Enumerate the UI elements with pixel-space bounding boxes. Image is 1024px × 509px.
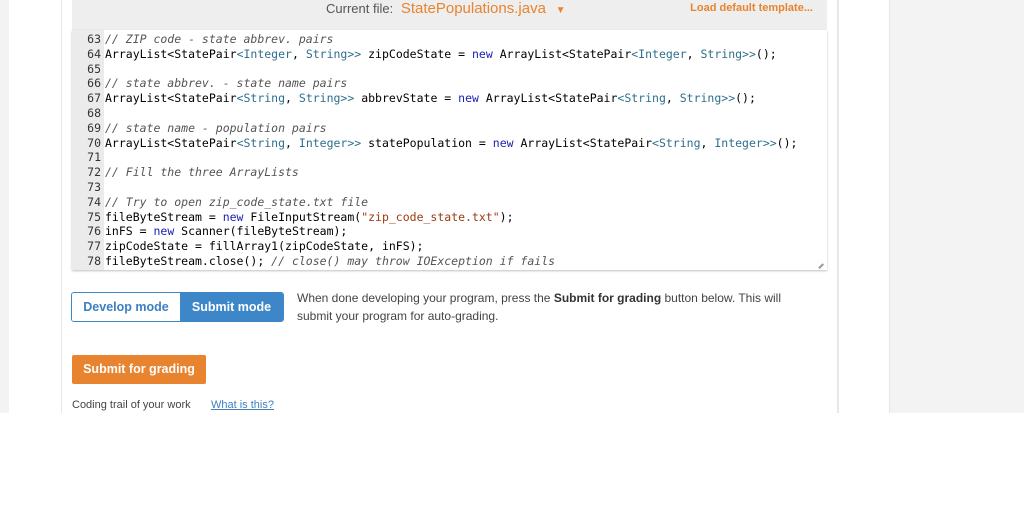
left-column <box>9 0 62 413</box>
code-text: fileByteStream.close(); // close() may t… <box>105 253 556 268</box>
line-number: 70 <box>87 135 101 150</box>
line-number: 76 <box>87 224 101 239</box>
code-lines[interactable]: 63 // ZIP code - state abbrev. pairs 64 Arr… <box>72 32 827 269</box>
code-line[interactable]: 78 fileByteStream.close(); // close() may… <box>72 254 827 269</box>
code-line[interactable]: 77 zipCodeState = fillArray1(zipCodeState… <box>72 239 827 254</box>
code-line[interactable]: 66 // state abbrev. - state name pairs <box>72 76 827 91</box>
submit-mode-button[interactable]: Submit mode <box>180 293 283 321</box>
develop-mode-button[interactable]: Develop mode <box>72 293 180 321</box>
code-line[interactable]: 76 inFS = new Scanner(fileByteStream); <box>72 224 827 239</box>
what-is-this-link[interactable]: What is this? <box>211 399 274 411</box>
line-number: 77 <box>87 239 101 254</box>
line-number: 69 <box>87 120 101 135</box>
line-number: 68 <box>87 105 101 120</box>
code-line[interactable]: 63 // ZIP code - state abbrev. pairs <box>72 32 827 47</box>
code-text: // state abbrev. - state name pairs <box>105 76 348 91</box>
instructions-bold: Submit for grading <box>553 291 662 305</box>
line-number: 71 <box>87 150 101 165</box>
code-text: // Fill the three ArrayLists <box>105 165 299 180</box>
code-text: fileByteStream = new FileInputStream("zi… <box>105 209 514 224</box>
line-number: 64 <box>87 46 101 61</box>
current-file-selector[interactable]: Current file: StatePopulations.java ▼ <box>326 0 565 18</box>
editor-toolbar: Current file: StatePopulations.java ▼ Lo… <box>72 0 827 30</box>
code-text: ArrayList<StatePair<Integer, String>> zi… <box>105 46 777 61</box>
submit-instructions: When done developing your program, press… <box>297 289 817 325</box>
line-number: 75 <box>87 209 101 224</box>
line-number: 74 <box>87 194 101 209</box>
code-text: // Try to open zip_code_state.txt file <box>105 194 369 209</box>
code-line[interactable]: 73 <box>72 180 827 195</box>
code-text: // state name - population pairs <box>105 120 327 135</box>
line-number: 73 <box>87 179 101 194</box>
submit-for-grading-button[interactable]: Submit for grading <box>72 355 206 384</box>
code-text: // ZIP code - state abbrev. pairs <box>105 32 334 46</box>
line-number: 67 <box>87 91 101 106</box>
line-number: 63 <box>87 32 101 46</box>
code-line[interactable]: 72 // Fill the three ArrayLists <box>72 165 827 180</box>
code-text: inFS = new Scanner(fileByteStream); <box>105 224 348 239</box>
line-number: 72 <box>87 165 101 180</box>
code-text: ArrayList<StatePair<String, String>> abb… <box>105 91 756 106</box>
mode-toggle: Develop mode Submit mode <box>71 292 284 322</box>
code-line[interactable]: 75 fileByteStream = new FileInputStream("… <box>72 210 827 225</box>
line-number: 78 <box>87 253 101 268</box>
code-editor[interactable]: 63 // ZIP code - state abbrev. pairs 64 Arr… <box>72 30 827 270</box>
line-number: 65 <box>87 61 101 76</box>
code-line[interactable]: 70 ArrayList<StatePair<String, Integer>> … <box>72 136 827 151</box>
code-line[interactable]: 71 <box>72 150 827 165</box>
current-file-name[interactable]: StatePopulations.java <box>401 0 546 17</box>
page-right-margin <box>890 0 1024 413</box>
code-line[interactable]: 65 <box>72 62 827 77</box>
coding-trail-label: Coding trail of your work <box>72 399 191 411</box>
instructions-text-before: When done developing your program, press… <box>297 291 554 305</box>
code-text: zipCodeState = fillArray1(zipCodeState, … <box>105 239 424 254</box>
code-line[interactable]: 69 // state name - population pairs <box>72 121 827 136</box>
code-line[interactable]: 64 ArrayList<StatePair<Integer, String>> … <box>72 47 827 62</box>
current-file-label: Current file: <box>326 1 394 16</box>
load-default-template-link[interactable]: Load default template... <box>690 0 813 16</box>
code-line[interactable]: 68 <box>72 106 827 121</box>
code-text: ArrayList<StatePair<String, Integer>> st… <box>105 135 798 150</box>
line-number: 66 <box>87 76 101 91</box>
page-left-margin <box>0 0 9 413</box>
caret-down-icon[interactable]: ▼ <box>556 5 566 16</box>
code-line[interactable]: 67 ArrayList<StatePair<String, String>> a… <box>72 91 827 106</box>
code-line[interactable]: 74 // Try to open zip_code_state.txt file <box>72 195 827 210</box>
right-column <box>839 0 890 413</box>
